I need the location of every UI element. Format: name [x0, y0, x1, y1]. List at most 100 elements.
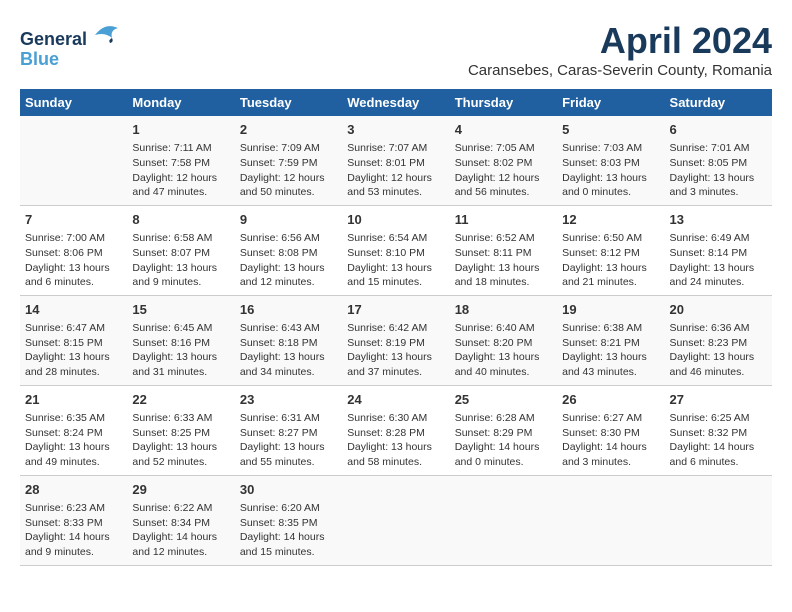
calendar-week-row: 21 Sunrise: 6:35 AMSunset: 8:24 PMDayligh…	[20, 385, 772, 475]
title-section: April 2024 Caransebes, Caras-Severin Cou…	[468, 20, 772, 79]
calendar-cell: 14 Sunrise: 6:47 AMSunset: 8:15 PMDayligh…	[20, 295, 127, 385]
day-number: 4	[455, 121, 552, 139]
calendar-cell: 1 Sunrise: 7:11 AMSunset: 7:58 PMDaylight…	[127, 116, 234, 205]
logo-bird-icon	[90, 20, 120, 45]
calendar-cell: 22 Sunrise: 6:33 AMSunset: 8:25 PMDayligh…	[127, 385, 234, 475]
day-info: Sunrise: 6:47 AMSunset: 8:15 PMDaylight:…	[25, 321, 122, 380]
day-number: 24	[347, 391, 444, 409]
calendar-cell: 23 Sunrise: 6:31 AMSunset: 8:27 PMDayligh…	[235, 385, 342, 475]
calendar-week-row: 1 Sunrise: 7:11 AMSunset: 7:58 PMDaylight…	[20, 116, 772, 205]
logo: General Blue	[20, 20, 120, 70]
page-header: General Blue April 2024 Caransebes, Cara…	[20, 20, 772, 79]
day-info: Sunrise: 6:45 AMSunset: 8:16 PMDaylight:…	[132, 321, 229, 380]
day-info: Sunrise: 6:54 AMSunset: 8:10 PMDaylight:…	[347, 231, 444, 290]
day-info: Sunrise: 6:33 AMSunset: 8:25 PMDaylight:…	[132, 411, 229, 470]
day-number: 14	[25, 301, 122, 319]
day-info: Sunrise: 6:58 AMSunset: 8:07 PMDaylight:…	[132, 231, 229, 290]
column-header-wednesday: Wednesday	[342, 89, 449, 116]
day-number: 22	[132, 391, 229, 409]
calendar-cell: 10 Sunrise: 6:54 AMSunset: 8:10 PMDayligh…	[342, 205, 449, 295]
day-number: 9	[240, 211, 337, 229]
day-info: Sunrise: 6:50 AMSunset: 8:12 PMDaylight:…	[562, 231, 659, 290]
day-info: Sunrise: 7:11 AMSunset: 7:58 PMDaylight:…	[132, 141, 229, 200]
calendar-week-row: 28 Sunrise: 6:23 AMSunset: 8:33 PMDayligh…	[20, 475, 772, 565]
calendar-cell: 12 Sunrise: 6:50 AMSunset: 8:12 PMDayligh…	[557, 205, 664, 295]
column-header-monday: Monday	[127, 89, 234, 116]
column-header-saturday: Saturday	[665, 89, 772, 116]
day-info: Sunrise: 7:07 AMSunset: 8:01 PMDaylight:…	[347, 141, 444, 200]
day-info: Sunrise: 7:03 AMSunset: 8:03 PMDaylight:…	[562, 141, 659, 200]
day-number: 13	[670, 211, 767, 229]
day-number: 27	[670, 391, 767, 409]
day-info: Sunrise: 6:35 AMSunset: 8:24 PMDaylight:…	[25, 411, 122, 470]
day-number: 30	[240, 481, 337, 499]
calendar-cell	[450, 475, 557, 565]
day-info: Sunrise: 6:27 AMSunset: 8:30 PMDaylight:…	[562, 411, 659, 470]
column-header-tuesday: Tuesday	[235, 89, 342, 116]
day-number: 28	[25, 481, 122, 499]
day-info: Sunrise: 6:38 AMSunset: 8:21 PMDaylight:…	[562, 321, 659, 380]
day-info: Sunrise: 6:22 AMSunset: 8:34 PMDaylight:…	[132, 501, 229, 560]
calendar-cell: 30 Sunrise: 6:20 AMSunset: 8:35 PMDayligh…	[235, 475, 342, 565]
day-number: 12	[562, 211, 659, 229]
day-info: Sunrise: 6:40 AMSunset: 8:20 PMDaylight:…	[455, 321, 552, 380]
main-title: April 2024	[468, 20, 772, 62]
calendar-cell: 25 Sunrise: 6:28 AMSunset: 8:29 PMDayligh…	[450, 385, 557, 475]
day-number: 8	[132, 211, 229, 229]
calendar-cell: 3Sunrise: 7:07 AMSunset: 8:01 PMDaylight…	[342, 116, 449, 205]
day-number: 21	[25, 391, 122, 409]
calendar-cell: 16 Sunrise: 6:43 AMSunset: 8:18 PMDayligh…	[235, 295, 342, 385]
calendar-cell: 24 Sunrise: 6:30 AMSunset: 8:28 PMDayligh…	[342, 385, 449, 475]
calendar-cell: 7 Sunrise: 7:00 AMSunset: 8:06 PMDaylight…	[20, 205, 127, 295]
day-info: Sunrise: 6:52 AMSunset: 8:11 PMDaylight:…	[455, 231, 552, 290]
day-info: Sunrise: 6:28 AMSunset: 8:29 PMDaylight:…	[455, 411, 552, 470]
day-number: 23	[240, 391, 337, 409]
day-number: 20	[670, 301, 767, 319]
day-info: Sunrise: 6:42 AMSunset: 8:19 PMDaylight:…	[347, 321, 444, 380]
day-info: Sunrise: 7:01 AMSunset: 8:05 PMDaylight:…	[670, 141, 767, 200]
calendar-cell: 13 Sunrise: 6:49 AMSunset: 8:14 PMDayligh…	[665, 205, 772, 295]
calendar-cell: 26 Sunrise: 6:27 AMSunset: 8:30 PMDayligh…	[557, 385, 664, 475]
day-info: Sunrise: 6:25 AMSunset: 8:32 PMDaylight:…	[670, 411, 767, 470]
day-info: Sunrise: 6:49 AMSunset: 8:14 PMDaylight:…	[670, 231, 767, 290]
day-info: Sunrise: 6:20 AMSunset: 8:35 PMDaylight:…	[240, 501, 337, 560]
calendar-cell: 18Sunrise: 6:40 AMSunset: 8:20 PMDayligh…	[450, 295, 557, 385]
column-header-thursday: Thursday	[450, 89, 557, 116]
day-number: 10	[347, 211, 444, 229]
day-number: 5	[562, 121, 659, 139]
column-header-sunday: Sunday	[20, 89, 127, 116]
column-header-friday: Friday	[557, 89, 664, 116]
day-number: 7	[25, 211, 122, 229]
calendar-cell: 8 Sunrise: 6:58 AMSunset: 8:07 PMDaylight…	[127, 205, 234, 295]
day-info: Sunrise: 7:00 AMSunset: 8:06 PMDaylight:…	[25, 231, 122, 290]
day-info: Sunrise: 6:23 AMSunset: 8:33 PMDaylight:…	[25, 501, 122, 560]
calendar-cell	[665, 475, 772, 565]
calendar-cell: 11Sunrise: 6:52 AMSunset: 8:11 PMDayligh…	[450, 205, 557, 295]
day-info: Sunrise: 7:05 AMSunset: 8:02 PMDaylight:…	[455, 141, 552, 200]
day-number: 19	[562, 301, 659, 319]
day-info: Sunrise: 6:31 AMSunset: 8:27 PMDaylight:…	[240, 411, 337, 470]
day-info: Sunrise: 6:36 AMSunset: 8:23 PMDaylight:…	[670, 321, 767, 380]
calendar-cell	[342, 475, 449, 565]
calendar-header-row: SundayMondayTuesdayWednesdayThursdayFrid…	[20, 89, 772, 116]
day-number: 16	[240, 301, 337, 319]
calendar-cell: 28 Sunrise: 6:23 AMSunset: 8:33 PMDayligh…	[20, 475, 127, 565]
day-info: Sunrise: 6:56 AMSunset: 8:08 PMDaylight:…	[240, 231, 337, 290]
calendar-cell: 9 Sunrise: 6:56 AMSunset: 8:08 PMDaylight…	[235, 205, 342, 295]
day-info: Sunrise: 7:09 AMSunset: 7:59 PMDaylight:…	[240, 141, 337, 200]
calendar-cell	[20, 116, 127, 205]
logo-text: General Blue	[20, 20, 120, 70]
subtitle: Caransebes, Caras-Severin County, Romani…	[468, 62, 772, 79]
day-number: 25	[455, 391, 552, 409]
day-number: 1	[132, 121, 229, 139]
day-number: 26	[562, 391, 659, 409]
calendar-cell: 21 Sunrise: 6:35 AMSunset: 8:24 PMDayligh…	[20, 385, 127, 475]
day-info: Sunrise: 6:30 AMSunset: 8:28 PMDaylight:…	[347, 411, 444, 470]
calendar-cell: 6 Sunrise: 7:01 AMSunset: 8:05 PMDaylight…	[665, 116, 772, 205]
calendar-cell: 2 Sunrise: 7:09 AMSunset: 7:59 PMDaylight…	[235, 116, 342, 205]
calendar-cell: 20 Sunrise: 6:36 AMSunset: 8:23 PMDayligh…	[665, 295, 772, 385]
calendar-cell: 15Sunrise: 6:45 AMSunset: 8:16 PMDayligh…	[127, 295, 234, 385]
day-info: Sunrise: 6:43 AMSunset: 8:18 PMDaylight:…	[240, 321, 337, 380]
day-number: 2	[240, 121, 337, 139]
day-number: 6	[670, 121, 767, 139]
